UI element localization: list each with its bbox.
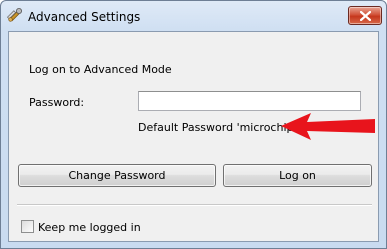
red-arrow-annotation <box>281 113 375 140</box>
keep-logged-in-checkbox[interactable] <box>21 220 34 233</box>
advanced-settings-dialog: Advanced Settings Log on to Advanced Mod… <box>0 0 387 249</box>
tools-icon <box>6 7 23 23</box>
default-password-hint: Default Password 'microchip' <box>138 121 297 134</box>
change-password-button[interactable]: Change Password <box>18 164 216 187</box>
password-input[interactable] <box>138 91 361 111</box>
close-button[interactable] <box>348 6 382 25</box>
divider <box>17 204 372 206</box>
password-label: Password: <box>29 96 85 109</box>
login-heading: Log on to Advanced Mode <box>29 63 172 76</box>
log-on-button[interactable]: Log on <box>223 164 372 187</box>
dialog-body: Log on to Advanced Mode Password: Defaul… <box>8 31 379 242</box>
keep-logged-in-label[interactable]: Keep me logged in <box>38 221 141 234</box>
close-icon <box>360 11 371 21</box>
window-title: Advanced Settings <box>28 10 141 24</box>
title-bar[interactable]: Advanced Settings <box>1 1 386 31</box>
